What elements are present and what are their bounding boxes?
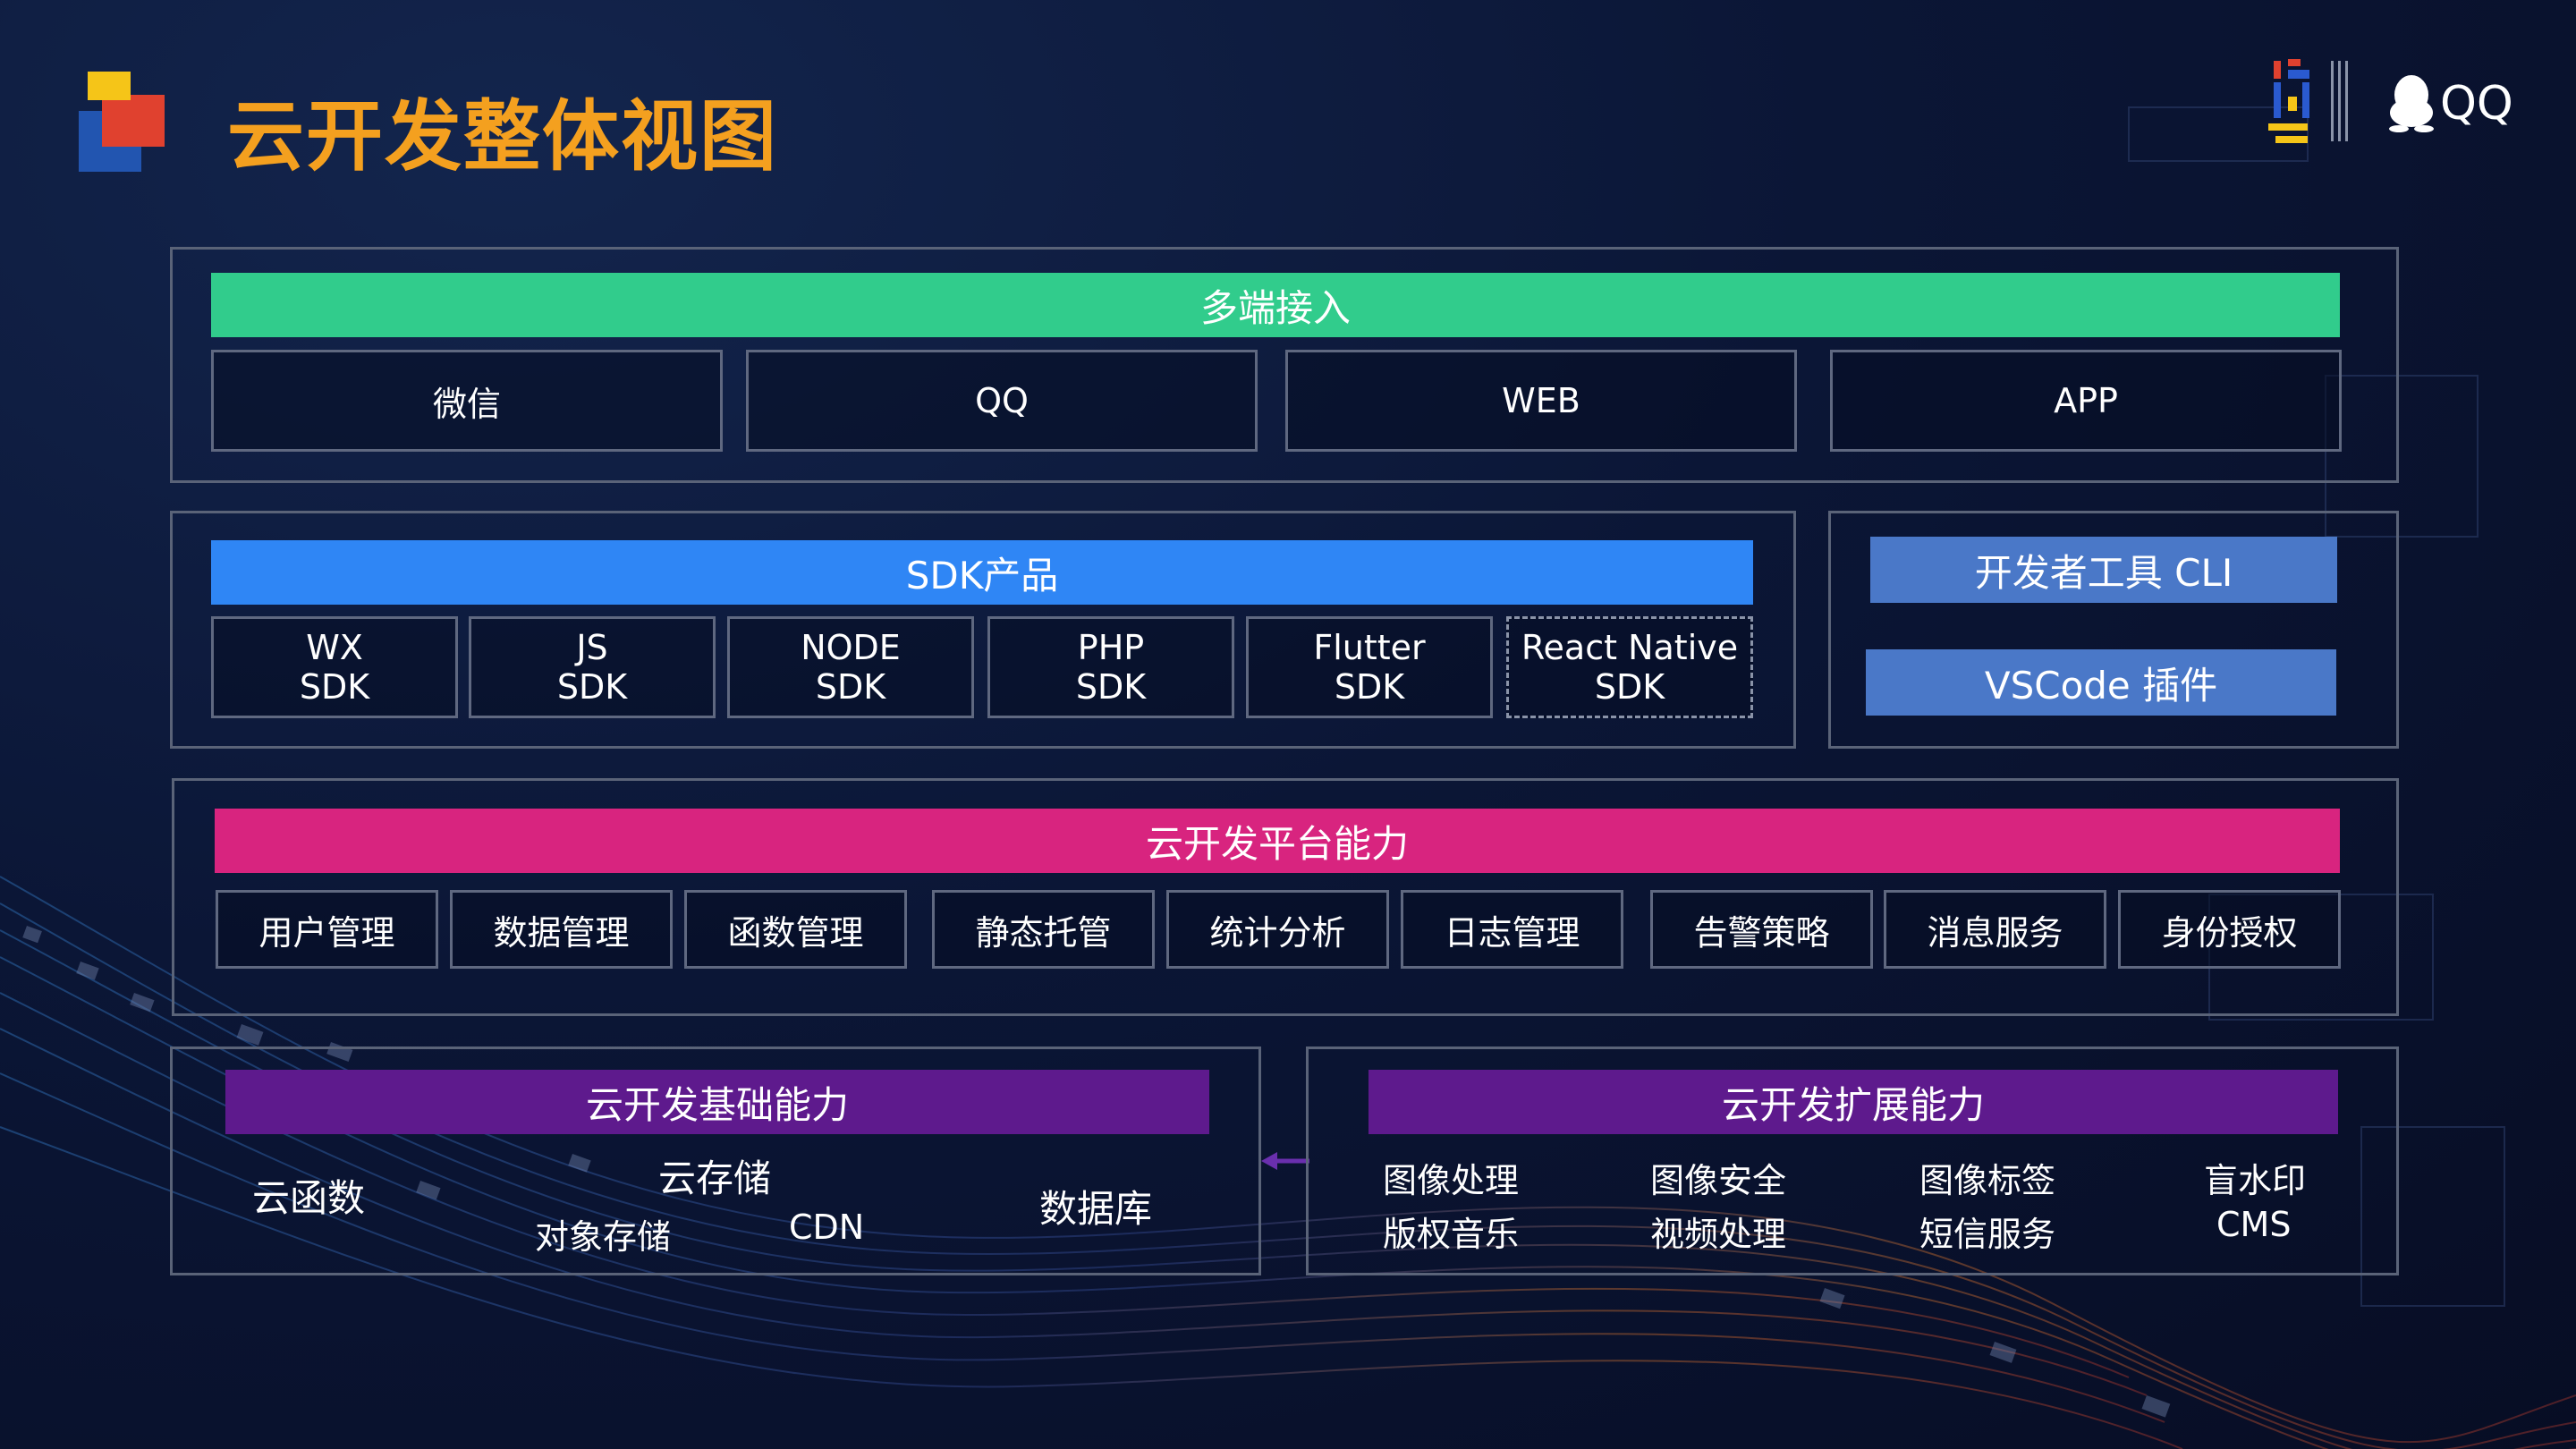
sdk-name: WX [306, 628, 363, 667]
basic-database: 数据库 [1039, 1187, 1153, 1231]
extend-cms: CMS [2216, 1205, 2292, 1244]
platform-item-log-management: 日志管理 [1401, 890, 1623, 969]
basic-cdn: CDN [789, 1208, 865, 1247]
platform-item-message-service: 消息服务 [1884, 890, 2106, 969]
sdk-suffix: SDK [1594, 667, 1665, 707]
qq-logo: QQ [2386, 73, 2521, 134]
logo-mark [79, 72, 165, 172]
sdk-item-wx: WX SDK [211, 616, 458, 718]
page-title: 云开发整体视图 [227, 92, 778, 182]
access-header-bar: 多端接入 [211, 273, 2340, 337]
sdk-name: JS [576, 628, 608, 667]
sdk-item-js: JS SDK [469, 616, 716, 718]
sdk-item-react-native: React Native SDK [1506, 616, 1753, 718]
access-item-wechat: 微信 [211, 350, 723, 452]
platform-item-user-management: 用户管理 [216, 890, 438, 969]
sdk-suffix: SDK [1075, 667, 1147, 707]
sdk-suffix: SDK [815, 667, 886, 707]
platform-item-static-hosting: 静态托管 [932, 890, 1155, 969]
sdk-suffix: SDK [1334, 667, 1405, 707]
platform-item-data-management: 数据管理 [450, 890, 673, 969]
extend-image-security: 图像安全 [1650, 1161, 1787, 1200]
qq-brand-text: QQ [2440, 77, 2513, 131]
sdk-name: NODE [801, 628, 901, 667]
basic-object-storage: 对象存储 [535, 1217, 672, 1257]
sdk-name: React Native [1521, 628, 1739, 667]
basic-cloud-functions: 云函数 [252, 1176, 366, 1220]
platform-header-bar: 云开发平台能力 [215, 809, 2340, 873]
conference-logo [2268, 55, 2358, 148]
platform-item-statistics: 统计分析 [1166, 890, 1389, 969]
qq-penguin-icon [2389, 75, 2434, 132]
sdk-suffix: SDK [299, 667, 370, 707]
basic-header-bar: 云开发基础能力 [225, 1070, 1209, 1134]
access-item-qq: QQ [746, 350, 1258, 452]
extend-sms-service: 短信服务 [1919, 1215, 2056, 1254]
extend-blind-watermark: 盲水印 [2204, 1161, 2307, 1200]
cli-tool-bar: 开发者工具 CLI [1870, 537, 2337, 603]
vscode-plugin-bar: VSCode 插件 [1866, 649, 2336, 716]
basic-cloud-storage: 云存储 [658, 1157, 772, 1200]
sdk-name: PHP [1077, 628, 1145, 667]
extend-image-tagging: 图像标签 [1919, 1161, 2056, 1200]
sdk-name: Flutter [1313, 628, 1426, 667]
access-item-app: APP [1830, 350, 2342, 452]
sdk-suffix: SDK [556, 667, 628, 707]
extend-image-processing: 图像处理 [1383, 1161, 1520, 1200]
platform-item-alert-policy: 告警策略 [1650, 890, 1873, 969]
extend-video-processing: 视频处理 [1650, 1215, 1787, 1254]
sdk-item-node: NODE SDK [727, 616, 974, 718]
extend-copyright-music: 版权音乐 [1383, 1215, 1520, 1254]
arrow-left-icon [1261, 1152, 1309, 1170]
platform-item-identity-auth: 身份授权 [2118, 890, 2341, 969]
sdk-item-php: PHP SDK [987, 616, 1234, 718]
platform-item-function-management: 函数管理 [684, 890, 907, 969]
extend-header-bar: 云开发扩展能力 [1368, 1070, 2338, 1134]
access-item-web: WEB [1285, 350, 1797, 452]
sdk-header-bar: SDK产品 [211, 540, 1753, 605]
sdk-item-flutter: Flutter SDK [1246, 616, 1493, 718]
